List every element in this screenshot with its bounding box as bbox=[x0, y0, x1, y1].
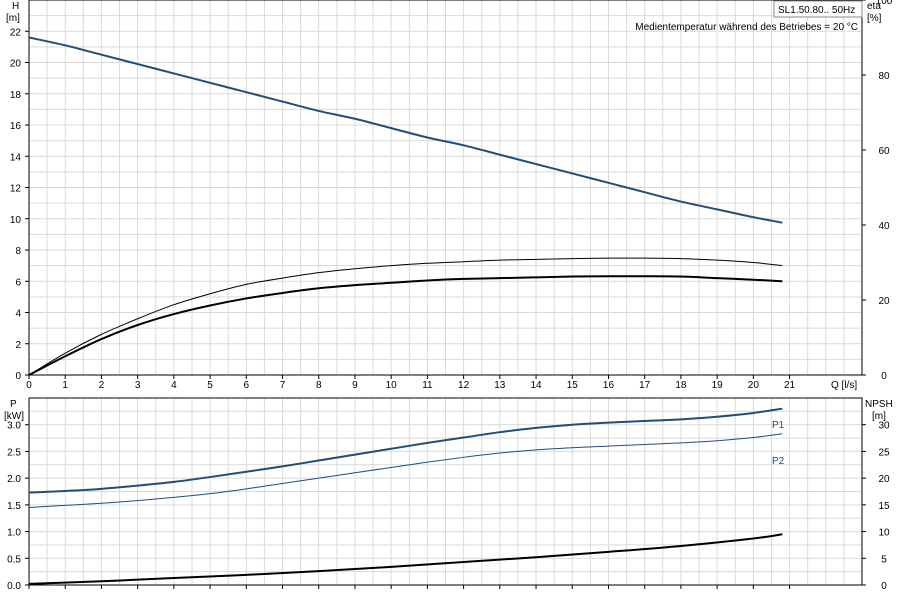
x-tick-label: 17 bbox=[639, 380, 651, 391]
y-left-tick-label: 1.5 bbox=[7, 501, 21, 512]
x-tick-label: 18 bbox=[675, 380, 687, 391]
x-tick-label: 20 bbox=[748, 380, 760, 391]
y-left-tick-label: 14 bbox=[10, 152, 22, 163]
y-left-tick-label: 0.0 bbox=[7, 581, 21, 592]
pump-performance-chart: 0 2 4 6 8 10 12 14 16 18 20 22 0 20 40 60 80 100 0 1 2 3 4 5 6 7 8… bbox=[0, 0, 900, 600]
ticks-layer: 02468101214161820220204060801000 1 2 3 4 5 6 7 8… bbox=[7, 0, 893, 592]
x-tick-label: 7 bbox=[280, 380, 286, 391]
x-tick-label: 11 bbox=[422, 380, 433, 391]
y-right-tick-label: 80 bbox=[878, 71, 890, 82]
x-tick-label: 14 bbox=[530, 380, 542, 391]
x-tick-label: 1 bbox=[62, 380, 68, 391]
x-axis-label: Q [l/s] bbox=[831, 380, 857, 391]
x-tick-label: 15 bbox=[567, 380, 579, 391]
y-left-tick-label: 4 bbox=[15, 309, 21, 320]
y-left-tick-label: 2 bbox=[15, 340, 21, 351]
y-right-tick-label: 60 bbox=[878, 146, 890, 157]
y-right-tick-label: 20 bbox=[878, 296, 890, 307]
y-left-tick-label: 6 bbox=[15, 277, 21, 288]
series-line-eta2 bbox=[28, 275, 783, 376]
y-left-tick-label: 2.0 bbox=[7, 474, 21, 485]
x-tick-label: 5 bbox=[207, 380, 213, 391]
y-left-tick-label: 12 bbox=[10, 184, 22, 195]
x-tick-label: 3 bbox=[135, 380, 141, 391]
series-label-p2: P2 bbox=[772, 456, 785, 467]
y-right-tick-label: 0 bbox=[881, 581, 887, 592]
temperature-annotation: Medientemperatur während des Betriebes =… bbox=[635, 22, 858, 33]
series-layer bbox=[28, 36, 783, 585]
y-right-tick-label: 30 bbox=[878, 421, 890, 432]
y-right-tick-label: 10 bbox=[878, 528, 890, 539]
x-tick-label: 6 bbox=[244, 380, 250, 391]
x-tick-label: 8 bbox=[316, 380, 322, 391]
y-right-label-top-1: eta bbox=[867, 1, 881, 12]
x-tick-label: 0 bbox=[26, 380, 32, 391]
y-left-tick-label: 1.0 bbox=[7, 528, 21, 539]
x-tick-label: 16 bbox=[603, 380, 615, 391]
y-left-tick-label: 8 bbox=[15, 246, 21, 257]
y-right-tick-label: 15 bbox=[878, 501, 890, 512]
y-left-label-top-2: [m] bbox=[6, 13, 20, 24]
y-left-tick-label: 10 bbox=[10, 215, 22, 226]
series-label-p1: P1 bbox=[772, 420, 785, 431]
x-tick-label: 19 bbox=[712, 380, 724, 391]
y-left-tick-label: 3.0 bbox=[7, 421, 21, 432]
y-left-tick-label: 22 bbox=[10, 27, 22, 38]
y-right-tick-label: 0 bbox=[881, 371, 887, 382]
series-line-p1 bbox=[28, 407, 783, 494]
x-tick-label: 21 bbox=[784, 380, 796, 391]
y-right-label-bottom-1: NPSH bbox=[865, 399, 893, 410]
series-line-npsh bbox=[28, 533, 783, 585]
y-left-tick-label: 20 bbox=[10, 59, 22, 70]
x-tick-label: 4 bbox=[171, 380, 177, 391]
x-tick-label: 13 bbox=[494, 380, 506, 391]
x-tick-label: 12 bbox=[458, 380, 470, 391]
chart-title: SL1.50.80.. 50Hz bbox=[778, 5, 855, 16]
grid-layer bbox=[29, 0, 862, 585]
series-line-h bbox=[28, 36, 783, 224]
y-left-tick-label: 0.5 bbox=[7, 554, 21, 565]
y-right-tick-label: 5 bbox=[881, 554, 887, 565]
y-right-label-bottom-2: [m] bbox=[872, 411, 886, 422]
y-left-tick-label: 2.5 bbox=[7, 447, 21, 458]
y-right-tick-label: 20 bbox=[878, 474, 890, 485]
x-tick-label: 9 bbox=[352, 380, 358, 391]
y-left-label-top-1: H bbox=[12, 1, 19, 12]
x-tick-label: 10 bbox=[386, 380, 398, 391]
y-right-tick-label: 40 bbox=[878, 221, 890, 232]
y-right-label-top-2: [%] bbox=[867, 13, 882, 24]
x-tick-label: 2 bbox=[99, 380, 105, 391]
y-left-tick-label: 0 bbox=[15, 371, 21, 382]
y-right-tick-label: 25 bbox=[878, 447, 890, 458]
y-left-tick-label: 16 bbox=[10, 121, 22, 132]
y-left-label-bottom-2: [kW] bbox=[4, 411, 24, 422]
y-left-label-bottom-1: P bbox=[10, 399, 17, 410]
y-left-tick-label: 18 bbox=[10, 90, 22, 101]
chart-canvas: 02468101214161820220204060801000 1 2 3 4 5 6 7 8… bbox=[4, 0, 893, 592]
series-line-p2 bbox=[28, 433, 783, 509]
